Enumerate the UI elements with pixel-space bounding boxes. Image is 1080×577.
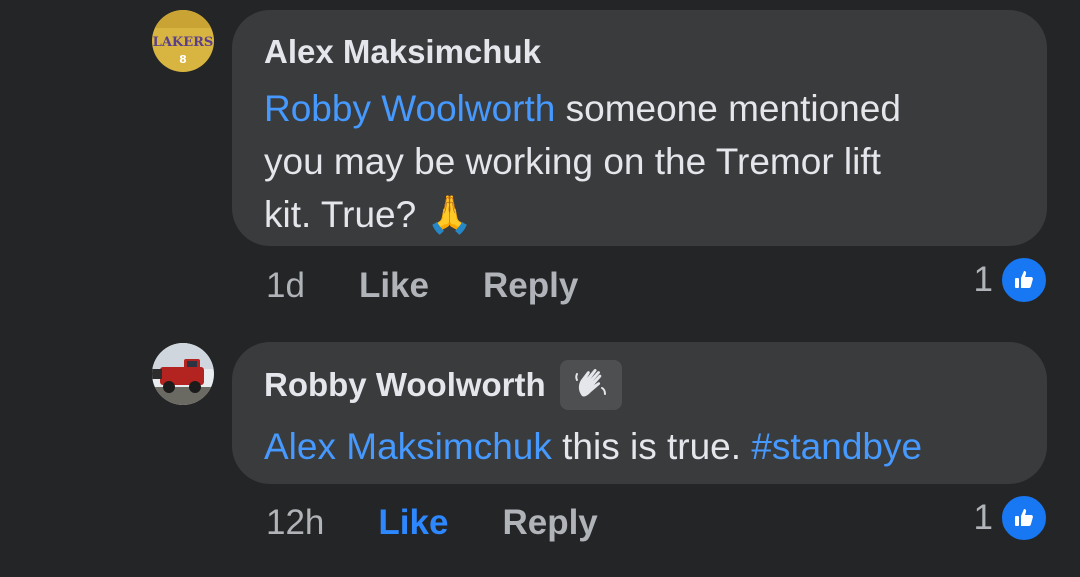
mention-link[interactable]: Robby Woolworth — [264, 88, 555, 129]
comment-bubble-2: Robby Woolworth Alex Maksimchuk this is … — [232, 342, 1047, 484]
hashtag-link[interactable]: #standbye — [751, 426, 922, 467]
svg-text:LAKERS: LAKERS — [153, 35, 214, 50]
like-button[interactable]: Like — [359, 266, 429, 306]
reply-button[interactable]: Reply — [483, 266, 578, 306]
like-button[interactable]: Like — [378, 503, 448, 543]
comment-thread: LAKERS 8 Alex Maksimchuk Robby Woolworth… — [0, 0, 1080, 577]
comment-timestamp[interactable]: 1d — [266, 266, 305, 306]
thumbs-up-icon — [999, 493, 1049, 543]
mention-link[interactable]: Alex Maksimchuk — [264, 426, 552, 467]
thumbs-up-icon — [999, 255, 1049, 305]
comment-timestamp[interactable]: 12h — [266, 503, 324, 543]
comment-author[interactable]: Alex Maksimchuk — [264, 32, 541, 72]
comment-author[interactable]: Robby Woolworth — [264, 365, 546, 405]
comment-body: Alex Maksimchuk this is true. #standbye — [264, 426, 923, 467]
comment-bubble-1: Alex Maksimchuk Robby Woolworth someone … — [232, 10, 1047, 246]
svg-text:8: 8 — [179, 53, 187, 66]
reaction-summary-2[interactable]: 1 — [974, 493, 1049, 543]
wave-icon[interactable] — [559, 360, 622, 410]
reaction-summary-1[interactable]: 1 — [974, 255, 1049, 305]
reply-button[interactable]: Reply — [502, 503, 597, 543]
comment-actions-2: 12h Like Reply — [266, 503, 598, 543]
folded-hands-emoji-icon: 🙏 — [426, 194, 473, 235]
comment-body: Robby Woolworth someone mentioned you ma… — [264, 88, 901, 235]
avatar-alex-maksimchuk[interactable]: LAKERS 8 — [152, 10, 214, 72]
avatar-robby-woolworth[interactable] — [152, 343, 214, 405]
reaction-count: 1 — [973, 498, 993, 537]
reaction-count: 1 — [973, 260, 993, 299]
comment-actions-1: 1d Like Reply — [266, 266, 578, 306]
